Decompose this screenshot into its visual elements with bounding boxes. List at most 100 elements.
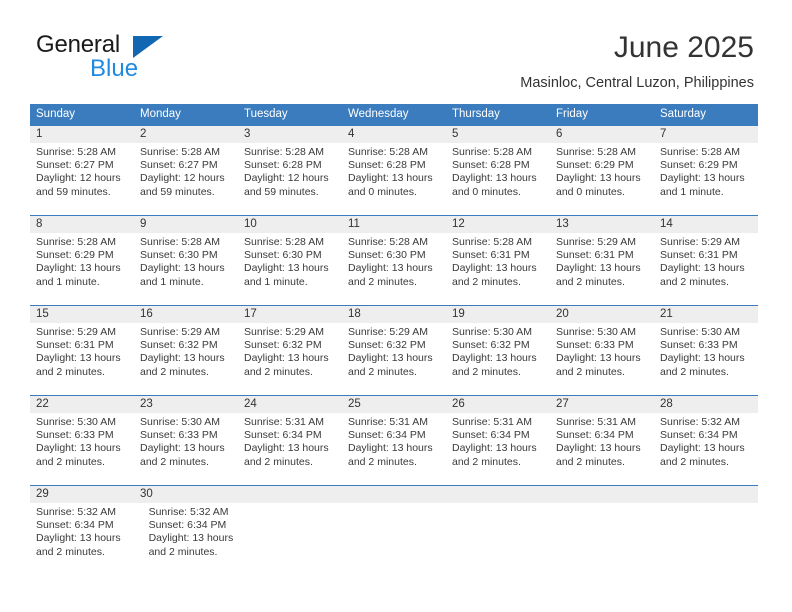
day-number[interactable]: 18 [342,306,446,323]
day-cell[interactable]: Sunrise: 5:28 AM Sunset: 6:29 PM Dayligh… [30,233,134,305]
day-cell[interactable]: Sunrise: 5:29 AM Sunset: 6:32 PM Dayligh… [238,323,342,395]
day-cell[interactable]: Sunrise: 5:28 AM Sunset: 6:30 PM Dayligh… [342,233,446,305]
day-cell[interactable]: Sunrise: 5:28 AM Sunset: 6:30 PM Dayligh… [238,233,342,305]
day-cell[interactable]: Sunrise: 5:31 AM Sunset: 6:34 PM Dayligh… [446,413,550,485]
day-number[interactable]: 12 [446,216,550,233]
week-row: 15 16 17 18 19 20 21 Sunrise: 5:29 AM Su… [30,305,758,395]
day-number[interactable]: 23 [134,396,238,413]
day-number[interactable]: 2 [134,126,238,143]
day-cell[interactable]: Sunrise: 5:29 AM Sunset: 6:32 PM Dayligh… [342,323,446,395]
day-detail-row: Sunrise: 5:32 AM Sunset: 6:34 PM Dayligh… [30,503,758,575]
day-number[interactable]: 10 [238,216,342,233]
sunrise-text: Sunrise: 5:28 AM [140,146,220,158]
day-cell[interactable]: Sunrise: 5:32 AM Sunset: 6:34 PM Dayligh… [654,413,758,485]
day-number[interactable]: 22 [30,396,134,413]
sunset-text: Sunset: 6:28 PM [452,159,530,172]
sunrise-text: Sunrise: 5:28 AM [244,146,324,158]
day-number[interactable]: 4 [342,126,446,143]
day-cell[interactable]: Sunrise: 5:28 AM Sunset: 6:31 PM Dayligh… [446,233,550,305]
day-number[interactable]: 27 [550,396,654,413]
sunset-text: Sunset: 6:27 PM [140,159,218,172]
day-number[interactable]: 16 [134,306,238,323]
daylight-text: Daylight: 13 hours and 2 minutes. [148,532,234,558]
sunset-text: Sunset: 6:32 PM [140,339,218,352]
day-number-empty [446,486,550,503]
day-number[interactable]: 17 [238,306,342,323]
day-cell[interactable]: Sunrise: 5:30 AM Sunset: 6:33 PM Dayligh… [134,413,238,485]
sunset-text: Sunset: 6:28 PM [244,159,322,172]
day-cell[interactable]: Sunrise: 5:28 AM Sunset: 6:29 PM Dayligh… [654,143,758,215]
day-cell[interactable]: Sunrise: 5:28 AM Sunset: 6:29 PM Dayligh… [550,143,654,215]
sunset-text: Sunset: 6:28 PM [348,159,426,172]
day-number[interactable]: 30 [134,486,238,503]
day-cell[interactable]: Sunrise: 5:28 AM Sunset: 6:30 PM Dayligh… [134,233,238,305]
location-subtitle: Masinloc, Central Luzon, Philippines [520,75,754,91]
daylight-text: Daylight: 13 hours and 2 minutes. [660,352,745,378]
daylight-text: Daylight: 13 hours and 2 minutes. [140,442,225,468]
sunrise-text: Sunrise: 5:31 AM [452,416,532,428]
day-number[interactable]: 29 [30,486,134,503]
day-number[interactable]: 9 [134,216,238,233]
sunset-text: Sunset: 6:33 PM [140,429,218,442]
day-cell[interactable]: Sunrise: 5:28 AM Sunset: 6:27 PM Dayligh… [134,143,238,215]
day-cell[interactable]: Sunrise: 5:31 AM Sunset: 6:34 PM Dayligh… [238,413,342,485]
day-cell[interactable]: Sunrise: 5:31 AM Sunset: 6:34 PM Dayligh… [550,413,654,485]
sunrise-text: Sunrise: 5:32 AM [148,506,229,518]
day-number[interactable]: 20 [550,306,654,323]
day-number[interactable]: 5 [446,126,550,143]
sunrise-text: Sunrise: 5:28 AM [452,146,532,158]
day-number[interactable]: 24 [238,396,342,413]
day-number[interactable]: 7 [654,126,758,143]
generalblue-logo[interactable]: General Blue [36,32,276,88]
weekday-header-sunday: Sunday [36,108,76,120]
day-number[interactable]: 8 [30,216,134,233]
day-detail-row: Sunrise: 5:29 AM Sunset: 6:31 PM Dayligh… [30,323,758,395]
day-number[interactable]: 13 [550,216,654,233]
sunset-text: Sunset: 6:32 PM [348,339,426,352]
day-number-band: 15 16 17 18 19 20 21 [30,306,758,323]
day-number[interactable]: 15 [30,306,134,323]
day-cell[interactable]: Sunrise: 5:30 AM Sunset: 6:32 PM Dayligh… [446,323,550,395]
daylight-text: Daylight: 13 hours and 2 minutes. [556,352,641,378]
day-cell[interactable]: Sunrise: 5:30 AM Sunset: 6:33 PM Dayligh… [550,323,654,395]
day-cell[interactable]: Sunrise: 5:28 AM Sunset: 6:28 PM Dayligh… [446,143,550,215]
day-cell[interactable]: Sunrise: 5:28 AM Sunset: 6:28 PM Dayligh… [238,143,342,215]
day-cell[interactable]: Sunrise: 5:29 AM Sunset: 6:31 PM Dayligh… [30,323,134,395]
sunset-text: Sunset: 6:34 PM [36,519,114,532]
day-number-empty [342,486,446,503]
day-cell[interactable]: Sunrise: 5:29 AM Sunset: 6:31 PM Dayligh… [550,233,654,305]
day-number[interactable]: 19 [446,306,550,323]
sunrise-text: Sunrise: 5:30 AM [556,326,636,338]
day-number[interactable]: 11 [342,216,446,233]
sunset-text: Sunset: 6:31 PM [556,249,634,262]
day-number[interactable]: 28 [654,396,758,413]
day-cell[interactable]: Sunrise: 5:29 AM Sunset: 6:32 PM Dayligh… [134,323,238,395]
daylight-text: Daylight: 13 hours and 2 minutes. [452,352,537,378]
day-number[interactable]: 1 [30,126,134,143]
daylight-text: Daylight: 13 hours and 2 minutes. [660,262,745,288]
day-number[interactable]: 25 [342,396,446,413]
day-cell[interactable]: Sunrise: 5:32 AM Sunset: 6:34 PM Dayligh… [143,503,256,575]
day-cell[interactable]: Sunrise: 5:32 AM Sunset: 6:34 PM Dayligh… [30,503,143,575]
week-row: 29 30 Sunrise: 5:32 AM Sunset: 6:34 PM D… [30,485,758,575]
weekday-header-row: Sunday Monday Tuesday Wednesday Thursday… [30,104,758,125]
day-number-band: 1 2 3 4 5 6 7 [30,126,758,143]
daylight-text: Daylight: 13 hours and 2 minutes. [36,532,121,558]
day-cell[interactable]: Sunrise: 5:30 AM Sunset: 6:33 PM Dayligh… [654,323,758,395]
day-cell[interactable]: Sunrise: 5:31 AM Sunset: 6:34 PM Dayligh… [342,413,446,485]
day-number[interactable]: 3 [238,126,342,143]
day-detail-row: Sunrise: 5:28 AM Sunset: 6:29 PM Dayligh… [30,233,758,305]
day-number[interactable]: 6 [550,126,654,143]
day-number[interactable]: 26 [446,396,550,413]
day-number[interactable]: 21 [654,306,758,323]
day-cell[interactable]: Sunrise: 5:28 AM Sunset: 6:28 PM Dayligh… [342,143,446,215]
daylight-text: Daylight: 13 hours and 2 minutes. [140,352,225,378]
day-number[interactable]: 14 [654,216,758,233]
sunset-text: Sunset: 6:34 PM [452,429,530,442]
day-cell[interactable]: Sunrise: 5:28 AM Sunset: 6:27 PM Dayligh… [30,143,134,215]
day-cell[interactable]: Sunrise: 5:30 AM Sunset: 6:33 PM Dayligh… [30,413,134,485]
daylight-text: Daylight: 13 hours and 2 minutes. [36,442,121,468]
day-cell[interactable]: Sunrise: 5:29 AM Sunset: 6:31 PM Dayligh… [654,233,758,305]
daylight-text: Daylight: 13 hours and 1 minute. [244,262,329,288]
calendar-page: General Blue June 2025 Masinloc, Central… [0,0,792,612]
